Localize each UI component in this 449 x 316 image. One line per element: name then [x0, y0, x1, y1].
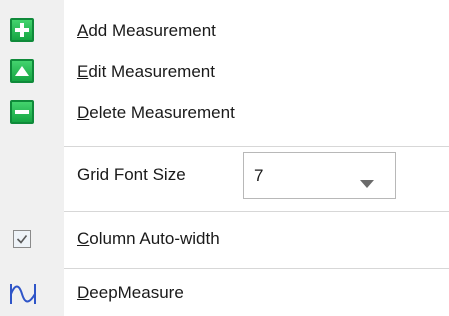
menu-separator — [64, 268, 449, 269]
deepmeasure-accel: D — [77, 283, 90, 302]
delete-measurement-label: Delete Measurement — [77, 103, 235, 123]
menu-item-delete-measurement[interactable]: Delete Measurement — [0, 96, 449, 132]
minus-square-icon — [10, 100, 34, 124]
grid-font-size-select[interactable]: 7 — [243, 152, 396, 199]
chevron-down-icon[interactable] — [360, 173, 374, 193]
add-measurement-accel: A — [77, 21, 89, 40]
menu-separator — [64, 211, 449, 212]
edit-measurement-label: Edit Measurement — [77, 62, 215, 82]
column-autowidth-label: Column Auto-width — [77, 229, 220, 249]
grid-font-size-label: Grid Font Size — [77, 165, 186, 184]
menu-item-add-measurement[interactable]: Add Measurement — [0, 14, 449, 50]
add-measurement-label: Add Measurement — [77, 21, 216, 41]
edit-measurement-label-rest: dit Measurement — [88, 62, 215, 81]
deepmeasure-label: DeepMeasure — [77, 283, 184, 303]
add-measurement-label-rest: dd Measurement — [88, 21, 216, 40]
context-menu: Add Measurement Edit Measurement Delete … — [0, 0, 449, 316]
grid-font-size-value: 7 — [254, 166, 264, 185]
menu-item-column-autowidth[interactable]: Column Auto-width — [0, 222, 449, 258]
menu-item-deepmeasure[interactable]: DeepMeasure — [0, 276, 449, 312]
menu-separator — [64, 146, 449, 147]
up-triangle-square-icon — [10, 59, 34, 83]
check-icon — [13, 230, 31, 248]
column-autowidth-accel: C — [77, 229, 90, 248]
menu-item-edit-measurement[interactable]: Edit Measurement — [0, 55, 449, 91]
plus-square-icon — [10, 18, 34, 42]
delete-measurement-accel: D — [77, 103, 90, 122]
deepmeasure-label-rest: eepMeasure — [89, 283, 184, 302]
delete-measurement-label-rest: elete Measurement — [89, 103, 235, 122]
waveform-icon — [9, 282, 37, 311]
edit-measurement-accel: E — [77, 62, 89, 81]
column-autowidth-label-rest: olumn Auto-width — [89, 229, 220, 248]
